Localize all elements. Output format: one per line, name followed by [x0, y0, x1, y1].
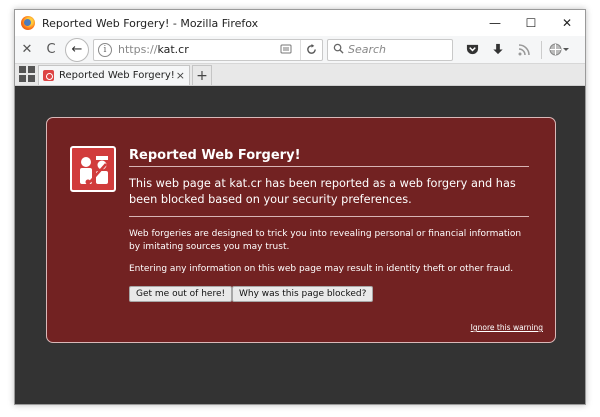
warning-favicon-icon [43, 70, 54, 81]
title-bar: Reported Web Forgery! - Mozilla Firefox … [15, 10, 585, 36]
back-button[interactable]: ← [65, 37, 89, 62]
warning-body-text-2: Entering any information on this web pag… [129, 264, 514, 274]
search-icon [333, 43, 344, 57]
site-info-icon[interactable]: i [98, 42, 112, 57]
navigation-toolbar: ✕ C ← i https://kat.cr Search [15, 36, 585, 64]
new-tab-button[interactable]: + [192, 65, 212, 85]
warning-title: Reported Web Forgery! [129, 148, 301, 163]
tab-label: Reported Web Forgery! [59, 70, 175, 81]
forgery-officer-icon [70, 146, 116, 192]
maximize-button[interactable]: ☐ [513, 10, 549, 36]
firefox-icon [21, 16, 35, 30]
tab-close-icon[interactable]: × [176, 69, 185, 82]
lead-divider [129, 216, 529, 217]
window-title: Reported Web Forgery! - Mozilla Firefox [42, 16, 259, 30]
rss-icon[interactable] [511, 38, 537, 62]
get-me-out-button[interactable]: Get me out of here! [129, 286, 233, 302]
globe-menu-icon[interactable] [546, 38, 572, 62]
close-button[interactable]: ✕ [549, 10, 585, 36]
why-blocked-button[interactable]: Why was this page blocked? [232, 286, 374, 302]
url-text[interactable]: https://kat.cr [118, 43, 189, 56]
url-scheme: https:// [118, 43, 158, 56]
warning-body-text-1: Web forgeries are designed to trick you … [129, 229, 522, 252]
minimize-button[interactable]: — [477, 10, 513, 36]
pocket-icon[interactable] [459, 38, 485, 62]
url-bar[interactable]: i https://kat.cr [93, 38, 323, 61]
page-content: Reported Web Forgery! This web page at k… [15, 87, 585, 404]
reload-button[interactable]: C [39, 38, 63, 62]
url-reload-icon[interactable] [300, 39, 322, 60]
tab-reported-web-forgery[interactable]: Reported Web Forgery! × [38, 65, 190, 85]
forgery-warning-panel: Reported Web Forgery! This web page at k… [46, 117, 556, 343]
toolbar-separator [541, 40, 542, 59]
url-host: kat.cr [157, 43, 189, 56]
download-icon[interactable] [485, 38, 511, 62]
window-controls: — ☐ ✕ [477, 10, 585, 36]
warning-lead-text: This web page at kat.cr has been reporte… [129, 177, 516, 206]
ignore-warning-link[interactable]: Ignore this warning [471, 323, 543, 332]
search-placeholder: Search [348, 43, 387, 56]
stop-button[interactable]: ✕ [15, 38, 39, 62]
title-divider [129, 166, 529, 167]
tab-groups-icon[interactable] [19, 66, 35, 82]
tab-strip: Reported Web Forgery! × + [15, 64, 585, 86]
browser-window: Reported Web Forgery! - Mozilla Firefox … [14, 9, 586, 405]
reader-view-icon[interactable] [280, 43, 294, 57]
search-bar[interactable]: Search [327, 38, 453, 61]
